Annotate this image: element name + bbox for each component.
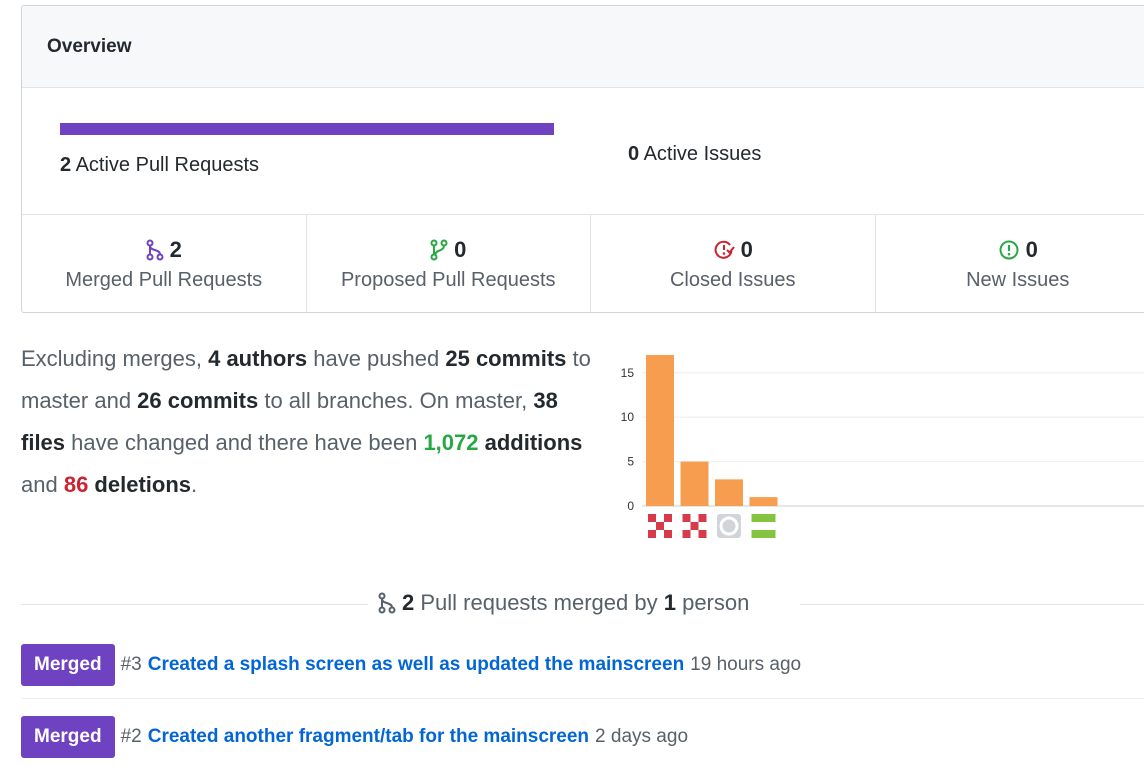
stat-count: 0	[740, 237, 753, 262]
stat-label: New Issues	[966, 269, 1070, 291]
merged-heading-text: Pull requests merged by	[414, 590, 664, 615]
chart-bar[interactable]	[646, 355, 674, 506]
divider-right	[800, 604, 1144, 605]
authors-count: 4 authors	[208, 346, 308, 371]
summary-text: and	[21, 472, 64, 497]
stat-label: Proposed Pull Requests	[340, 269, 556, 291]
summary-text: .	[191, 472, 198, 497]
additions-count: 1,072	[423, 430, 479, 455]
chart-bar[interactable]	[749, 497, 778, 506]
issue-closed-icon	[714, 240, 735, 259]
summary-text: have pushed	[307, 346, 446, 371]
overview-progress-section: 2 Active Pull Requests 0 Active Issues	[22, 88, 1144, 215]
overview-header: Overview	[22, 6, 1144, 88]
pr-list-item: Merged #2 Created another fragment/tab f…	[21, 716, 688, 758]
commits-by-author-chart: 15 10 5 0	[621, 355, 1144, 538]
stat-merged-pull-requests[interactable]: 2 Merged Pull Requests	[22, 215, 307, 312]
active-issues-count: 0	[628, 143, 640, 165]
stat-label: Closed Issues	[669, 269, 796, 291]
additions-word: additions	[478, 430, 583, 455]
merged-pr-heading: 2 Pull requests merged by 1 person	[368, 590, 760, 616]
author-avatar-icon[interactable]	[717, 514, 741, 538]
overview-title: Overview	[47, 35, 132, 57]
merged-badge: Merged	[21, 716, 115, 758]
merged-badge: Merged	[21, 644, 115, 686]
stat-count: 2	[169, 237, 182, 262]
y-tick-label: 10	[621, 410, 635, 424]
overview-stats: 2 Merged Pull Requests 0 Proposed Pull R…	[22, 215, 1144, 312]
merged-heading-text: person	[675, 590, 750, 615]
pr-title-link[interactable]: Created another fragment/tab for the mai…	[148, 726, 589, 748]
pr-time: 2 days ago	[595, 726, 689, 747]
pr-title-link[interactable]: Created a splash screen as well as updat…	[148, 654, 684, 676]
git-merge-icon	[378, 592, 396, 614]
deletions-count: 86	[63, 472, 89, 497]
summary-text: to all branches. On master,	[258, 388, 534, 413]
y-tick-label: 5	[627, 455, 634, 469]
merged-pr-count: 2	[402, 590, 415, 615]
author-avatar-icon[interactable]	[682, 514, 707, 538]
y-tick-label: 15	[621, 366, 635, 380]
deletions-word: deletions	[88, 472, 191, 497]
pr-list-item: Merged #3 Created a splash screen as wel…	[21, 644, 801, 686]
row-separator	[21, 698, 1144, 699]
git-pull-request-icon	[430, 239, 448, 261]
active-issues-label: Active Issues	[643, 143, 762, 165]
active-pr-caption[interactable]: 2 Active Pull Requests	[60, 154, 259, 177]
stat-new-issues[interactable]: 0 New Issues	[876, 215, 1144, 312]
commit-summary: Excluding merges, 4 authors have pushed …	[21, 338, 591, 506]
stat-count: 0	[454, 237, 467, 262]
active-pr-bar[interactable]	[60, 123, 554, 135]
stat-label: Merged Pull Requests	[65, 269, 263, 291]
summary-text: Excluding merges,	[21, 346, 209, 371]
git-merge-icon	[146, 239, 164, 261]
stat-count: 0	[1025, 237, 1038, 262]
active-pr-label: Active Pull Requests	[75, 154, 259, 176]
active-pr-count: 2	[60, 154, 72, 176]
merged-people-count: 1	[663, 590, 676, 615]
commits-all: 26 commits	[137, 388, 259, 413]
divider-left	[21, 604, 371, 605]
stat-proposed-pull-requests[interactable]: 0 Proposed Pull Requests	[307, 215, 591, 312]
commits-master: 25 commits	[445, 346, 567, 371]
summary-text: have changed and there have been	[65, 430, 424, 455]
stat-closed-issues[interactable]: 0 Closed Issues	[591, 215, 876, 312]
chart-bar[interactable]	[715, 479, 743, 506]
overview-panel: Overview 2 Active Pull Requests 0 Active…	[21, 5, 1144, 313]
active-pr-bar-fill	[60, 123, 554, 135]
issue-opened-icon	[999, 240, 1019, 260]
pr-number: #2	[120, 726, 142, 747]
pr-time: 19 hours ago	[690, 654, 802, 675]
author-avatar-icon[interactable]	[751, 514, 776, 538]
y-tick-label: 0	[627, 499, 634, 513]
chart-bar[interactable]	[680, 461, 709, 506]
pr-number: #3	[120, 654, 142, 675]
active-issues-caption[interactable]: 0 Active Issues	[628, 143, 761, 166]
author-avatar-icon[interactable]	[648, 514, 672, 538]
